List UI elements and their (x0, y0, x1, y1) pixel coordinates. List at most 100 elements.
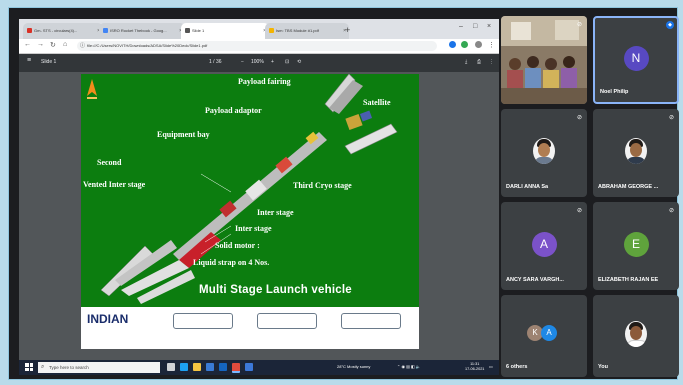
forward-icon[interactable]: → (37, 41, 44, 48)
zoom-out-icon[interactable]: − (241, 59, 244, 65)
zoom-level[interactable]: 100% (251, 59, 264, 65)
mic-off-icon: ⊘ (576, 115, 582, 121)
browser-tab-active[interactable]: Slide 1× (181, 23, 269, 39)
taskbar-search-input[interactable]: ⌕ Type here to search (38, 362, 160, 373)
label-third-cryo-stage: Third Cryo stage (293, 181, 352, 190)
drive-icon (269, 28, 274, 34)
page-indicator[interactable]: 1 / 36 (209, 59, 222, 65)
minimize-icon[interactable]: – (459, 23, 463, 30)
browser-tab[interactable]: ISRO Rocket Thebook - Goog...× (99, 23, 185, 39)
reload-icon[interactable]: ↻ (50, 41, 56, 49)
extension-icon[interactable] (449, 41, 456, 48)
address-bar[interactable]: ⓘ file:///C:/Users/NOVITH/Downloads/ADSA… (77, 41, 437, 51)
store-icon[interactable] (206, 363, 214, 371)
slide-background: Payload fairing Satellite Payload adapto… (81, 74, 419, 307)
word-icon[interactable] (245, 363, 253, 371)
more-options-icon[interactable]: ⋮ (489, 59, 494, 65)
weather-text[interactable]: 28°C Mostly sunny (337, 364, 370, 369)
download-icon[interactable]: ⤓ (465, 59, 467, 65)
avatar: A (531, 232, 557, 257)
mic-off-icon: ⊘ (668, 115, 674, 121)
footer-box (341, 313, 401, 329)
extension-icon[interactable] (461, 41, 468, 48)
pdf-toolbar: ≡ Slide 1 1 / 36 − 100% + ⊡ ⟲ ⤓ ⎙ ⋮ (19, 54, 499, 72)
gmail-icon (27, 28, 32, 34)
address-bar-row: ← → ↻ ⌂ ⓘ file:///C:/Users/NOVITH/Downlo… (19, 39, 499, 54)
clock-date: 17-06-2021 (465, 367, 485, 371)
zoom-in-icon[interactable]: + (271, 59, 274, 65)
maximize-icon[interactable]: □ (473, 23, 477, 30)
participant-tile[interactable]: ⊘ ABRAHAM GEORGE ... (593, 109, 679, 197)
label-liquid-strap: Liquid strap on 4 Nos. (193, 258, 270, 267)
participant-tile-video[interactable]: ⊘ (501, 16, 587, 104)
participant-name: 6 others (506, 364, 528, 370)
participant-name: Noel Philip (600, 89, 629, 95)
label-satellite: Satellite (363, 98, 391, 107)
footer-text: INDIAN (87, 312, 129, 326)
participant-tile[interactable]: ⊘ DARLI ANNA Sa (501, 109, 587, 197)
close-window-icon[interactable]: × (487, 23, 491, 30)
mail-icon[interactable] (219, 363, 227, 371)
taskbar-clock[interactable]: 11:31 17-06-2021 (465, 362, 484, 372)
slide-title: Multi Stage Launch vehicle (199, 284, 352, 296)
participant-name: DARLI ANNA Sa (506, 184, 549, 190)
edge-icon[interactable] (180, 363, 188, 371)
participant-name: ANCY SARA VARGH... (506, 277, 564, 283)
shared-screen: Gm- STS - circulars(4)...× ISRO Rocket T… (19, 19, 499, 375)
avatar-initial: A (539, 237, 548, 251)
avatar-initial: N (631, 51, 641, 65)
fit-page-icon[interactable]: ⊡ (285, 59, 289, 65)
rotate-icon[interactable]: ⟲ (297, 59, 301, 65)
avatar: A (541, 325, 557, 341)
label-vented-inter-stage: Vented Inter stage (83, 180, 146, 189)
participant-tile-active[interactable]: N ◆ Noel Philip (593, 16, 679, 104)
home-icon[interactable]: ⌂ (63, 41, 67, 48)
hamburger-menu-icon[interactable]: ≡ (27, 57, 31, 64)
system-tray-icons[interactable]: ⌃ ◉ ▤ ◧ 🔈 (397, 364, 421, 369)
pdf-icon (185, 28, 190, 34)
mic-off-icon: ⊘ (576, 22, 582, 28)
tab-title: Ism: TBS Module #1.pdf (276, 28, 319, 33)
browser-tab[interactable]: Gm- STS - circulars(4)...× (23, 23, 103, 39)
profile-icon[interactable] (475, 41, 482, 48)
footer-box (173, 313, 233, 329)
participant-name: You (598, 364, 608, 370)
label-payload-adaptor: Payload adaptor (205, 106, 262, 115)
label-payload-fairing: Payload fairing (238, 77, 291, 86)
avatar (533, 138, 555, 164)
participant-tile-others[interactable]: K A 6 others (501, 295, 587, 377)
new-tab-icon[interactable]: + (345, 24, 350, 36)
search-placeholder: Type here to search (49, 365, 89, 370)
label-equipment-bay: Equipment bay (157, 130, 210, 139)
windows-start-icon[interactable] (25, 363, 33, 371)
participant-name: ELIZABETH RAJAN EE (598, 277, 659, 283)
search-icon: ⌕ (41, 364, 45, 370)
chrome-icon[interactable] (232, 363, 240, 373)
tab-title: Slide 1 (192, 28, 205, 33)
task-view-icon[interactable] (167, 363, 175, 371)
avatar: E (623, 232, 649, 257)
mic-off-icon: ⊘ (668, 208, 674, 214)
file-icon: ⓘ (80, 43, 86, 49)
file-explorer-icon[interactable] (193, 363, 201, 371)
participant-tile[interactable]: A ⊘ ANCY SARA VARGH... (501, 202, 587, 290)
pdf-filename: Slide 1 (41, 59, 57, 65)
notifications-icon[interactable]: ▭ (489, 364, 493, 369)
browser-tab-strip: Gm- STS - circulars(4)...× ISRO Rocket T… (19, 19, 499, 39)
menu-dots-icon[interactable]: ⋮ (488, 41, 495, 49)
label-second: Second (97, 158, 122, 167)
browser-tab[interactable]: Ism: TBS Module #1.pdf × (265, 23, 349, 39)
slide-footer: INDIAN (81, 307, 419, 349)
back-icon[interactable]: ← (24, 41, 31, 48)
windows-taskbar: ⌕ Type here to search 28°C Mostly sunny … (19, 360, 499, 375)
avatar: N (623, 46, 649, 71)
participant-name: ABRAHAM GEORGE ... (598, 184, 659, 190)
tab-title: ISRO Rocket Thebook - Goog... (110, 28, 167, 33)
pdf-viewer[interactable]: Payload fairing Satellite Payload adapto… (19, 72, 499, 360)
tab-title: Gm- STS - circulars(4)... (34, 28, 78, 33)
print-icon[interactable]: ⎙ (477, 59, 481, 65)
mic-off-icon: ⊘ (576, 208, 582, 214)
slide-page: Payload fairing Satellite Payload adapto… (81, 74, 419, 349)
participant-tile[interactable]: E ⊘ ELIZABETH RAJAN EE (593, 202, 679, 290)
participant-tile-self[interactable]: You (593, 295, 679, 377)
